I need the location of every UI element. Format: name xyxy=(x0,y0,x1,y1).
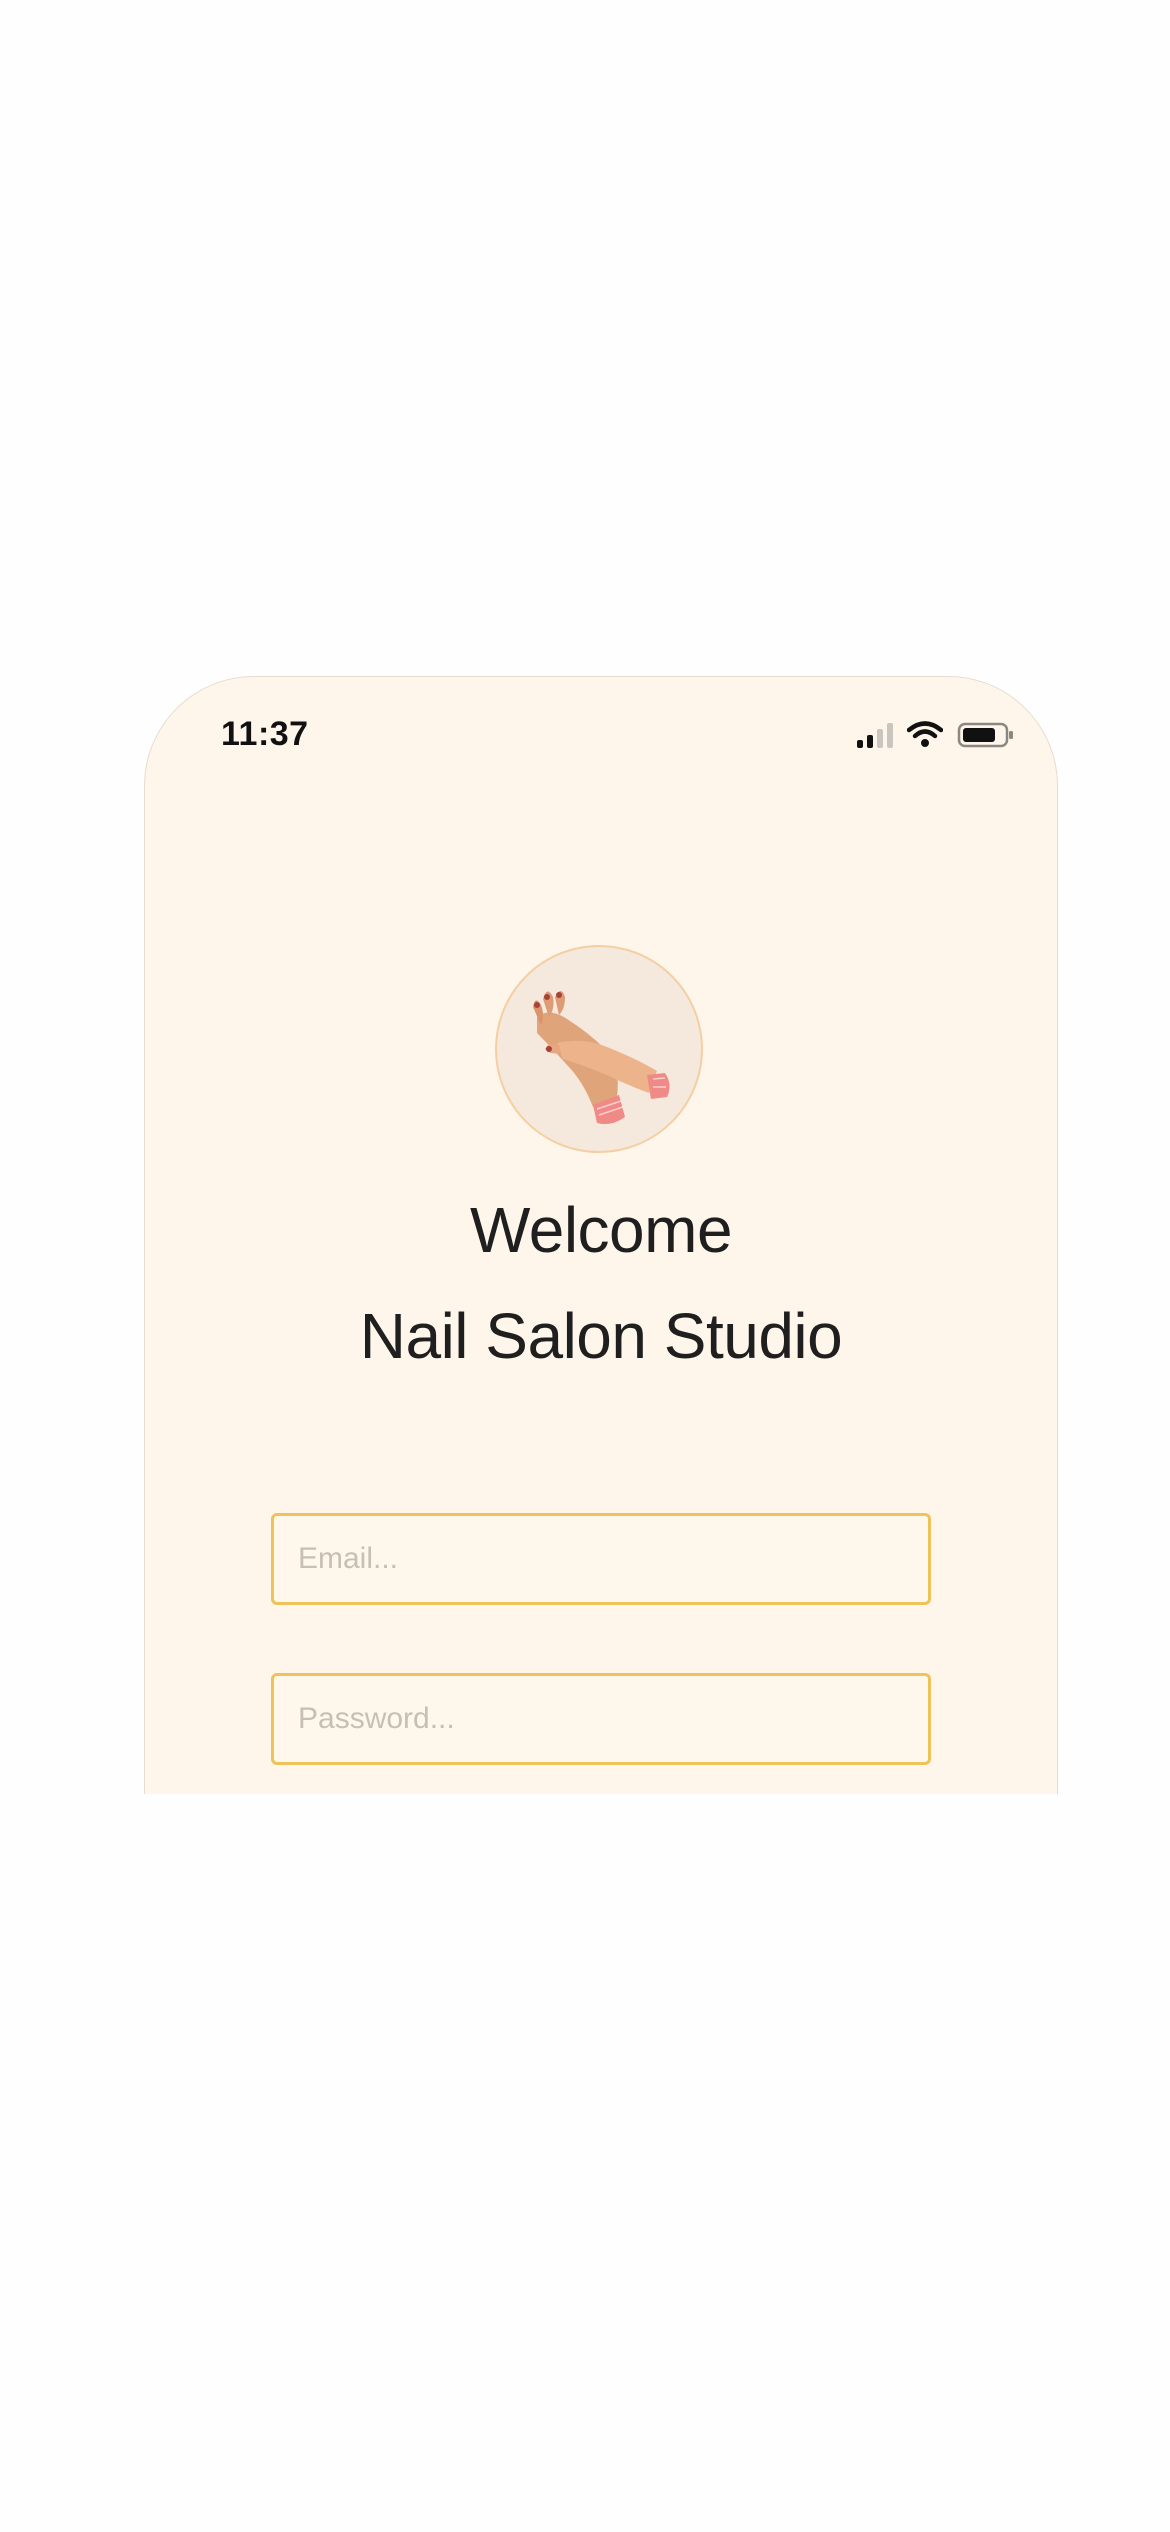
phone-screen: 11:37 Welcome Nail Salon Studio Email... xyxy=(144,676,1058,1794)
studio-name-heading: Nail Salon Studio xyxy=(359,1300,843,1372)
welcome-heading: Welcome xyxy=(469,1194,733,1266)
status-time: 11:37 xyxy=(221,715,309,753)
password-input[interactable] xyxy=(271,1673,931,1765)
page: 11:37 Welcome Nail Salon Studio Email... xyxy=(0,0,1170,2532)
hands-manicure-icon xyxy=(533,991,670,1125)
wifi-icon xyxy=(907,721,943,749)
battery-icon xyxy=(957,721,1015,749)
cellular-signal-icon xyxy=(857,722,893,748)
status-bar: 11:37 xyxy=(145,677,1057,797)
email-input[interactable] xyxy=(271,1513,931,1605)
logo-image xyxy=(495,945,703,1153)
status-icons xyxy=(857,721,1015,749)
